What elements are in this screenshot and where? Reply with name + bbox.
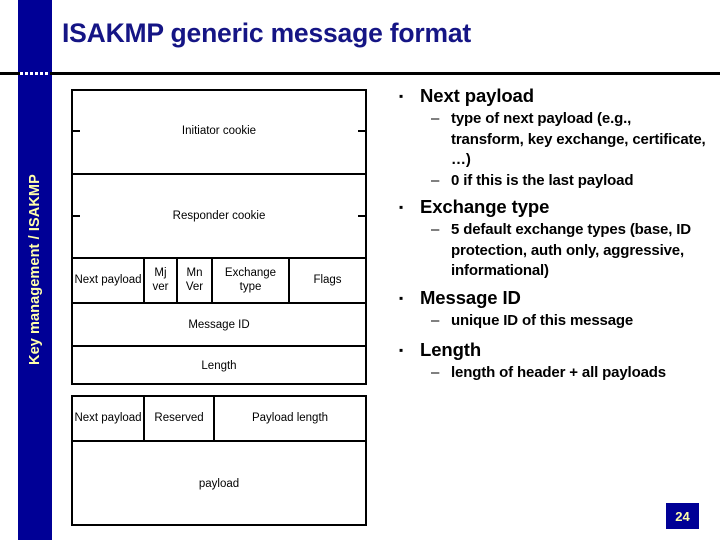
- initiator-cookie-left-tick: [71, 130, 80, 132]
- dash-bullet-icon: –: [431, 110, 440, 127]
- dash-bullet-icon: –: [431, 171, 440, 189]
- slide-page-number: 24: [666, 503, 699, 529]
- sub-bullet-length-header: – length of header + all payloads: [431, 363, 706, 384]
- title-divider-dotted-segment: [20, 72, 50, 75]
- payload-field-next-payload: Next payload: [73, 397, 145, 440]
- responder-cookie-right-tick: [358, 215, 367, 217]
- sub-bullet-message-id-unique-label: unique ID of this message: [451, 311, 634, 329]
- field-next-payload-label: Next payload: [74, 273, 142, 286]
- payload-field-reserved: Reserved: [145, 397, 215, 440]
- bullet-exchange-type: ▪ Exchange type: [396, 195, 706, 219]
- field-length: Length: [71, 347, 367, 385]
- sub-bullet-next-payload-zero: – 0 if this is the last payload: [431, 171, 706, 192]
- field-next-payload: Next payload: [73, 259, 145, 302]
- payload-field-payload-length-label: Payload length: [251, 411, 329, 424]
- field-payload-body: payload: [71, 442, 367, 526]
- sub-bullet-next-payload-type: – type of next payload (e.g., transform,…: [431, 109, 706, 171]
- sub-bullet-next-payload-zero-label: 0 if this is the last payload: [451, 171, 634, 189]
- bullet-message-id: ▪ Message ID: [396, 286, 706, 310]
- header-field-row: Next payload Mj ver Mn Ver Exchange type…: [73, 259, 365, 302]
- square-bullet-icon: ▪: [399, 89, 404, 103]
- slide-title: ISAKMP generic message format: [62, 18, 472, 48]
- dash-bullet-icon: –: [431, 364, 440, 381]
- field-flags-label: Flags: [313, 273, 342, 286]
- field-minor-version-label: Mn Ver: [185, 267, 204, 293]
- field-responder-cookie: Responder cookie: [71, 175, 367, 257]
- bullet-spacer: [396, 331, 706, 338]
- payload-field-reserved-label: Reserved: [154, 411, 204, 424]
- square-bullet-icon: ▪: [399, 200, 404, 214]
- field-exchange-type: Exchange type: [213, 259, 290, 302]
- field-major-version-label: Mj ver: [152, 267, 169, 293]
- sidebar-section-label: Key management / ISAKMP: [27, 174, 43, 366]
- sub-bullet-exchange-types-label: 5 default exchange types (base, ID prote…: [451, 221, 691, 279]
- field-message-id: Message ID: [71, 304, 367, 345]
- dash-bullet-icon: –: [431, 311, 440, 329]
- bullet-list: ▪ Next payload – type of next payload (e…: [396, 84, 706, 384]
- bullet-exchange-type-label: Exchange type: [420, 196, 550, 217]
- field-payload-body-label: payload: [198, 478, 240, 490]
- field-major-version: Mj ver: [145, 259, 178, 302]
- field-exchange-type-label: Exchange type: [224, 267, 277, 293]
- dash-bullet-icon: –: [431, 221, 440, 238]
- responder-cookie-left-tick: [71, 215, 80, 217]
- payload-header-row: Next payload Reserved Payload length: [73, 397, 365, 440]
- bullet-next-payload: ▪ Next payload: [396, 84, 706, 108]
- sub-bullet-exchange-types: – 5 default exchange types (base, ID pro…: [431, 220, 706, 282]
- sub-bullet-length-header-label: length of header + all payloads: [451, 364, 666, 381]
- payload-field-next-payload-label: Next payload: [74, 411, 142, 424]
- field-responder-cookie-label: Responder cookie: [172, 210, 266, 222]
- field-initiator-cookie: Initiator cookie: [71, 89, 367, 173]
- square-bullet-icon: ▪: [399, 290, 404, 305]
- bullet-length-label: Length: [420, 339, 482, 360]
- field-minor-version: Mn Ver: [178, 259, 213, 302]
- field-message-id-label: Message ID: [188, 318, 250, 331]
- title-divider: [0, 72, 720, 75]
- square-bullet-icon: ▪: [399, 343, 404, 357]
- field-length-label: Length: [201, 360, 237, 372]
- field-flags: Flags: [290, 259, 365, 302]
- bullet-next-payload-label: Next payload: [420, 85, 534, 106]
- payload-field-payload-length: Payload length: [215, 397, 365, 440]
- bullet-message-id-label: Message ID: [420, 286, 521, 308]
- field-initiator-cookie-label: Initiator cookie: [181, 125, 257, 137]
- sub-bullet-message-id-unique: – unique ID of this message: [431, 311, 706, 332]
- sub-bullet-next-payload-type-label: type of next payload (e.g., transform, k…: [451, 110, 706, 168]
- initiator-cookie-right-tick: [358, 130, 367, 132]
- bullet-length: ▪ Length: [396, 338, 706, 362]
